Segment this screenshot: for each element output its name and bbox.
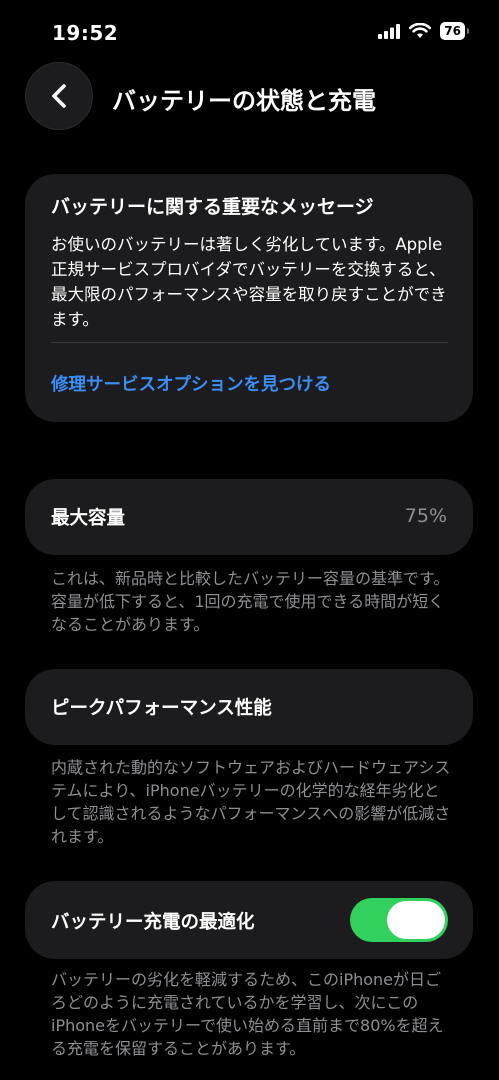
battery-alert-card: バッテリーに関する重要なメッセージ お使いのバッテリーは著しく劣化しています。A… [25, 174, 473, 422]
alert-body: お使いのバッテリーは著しく劣化しています。Apple 正規サービスプロバイダでバ… [51, 235, 447, 329]
repair-options-link[interactable]: 修理サービスオプションを見つける [51, 371, 331, 396]
battery-icon: 76 [440, 22, 469, 40]
optimized-charging-toggle[interactable] [350, 898, 448, 942]
max-capacity-value: 75% [404, 505, 447, 527]
peak-performance-label: ピークパフォーマンス性能 [51, 698, 272, 719]
cellular-signal-icon [378, 23, 401, 39]
peak-performance-row[interactable]: ピークパフォーマンス性能 [25, 669, 473, 745]
max-capacity-row: 最大容量 75% [25, 479, 473, 555]
page-title: バッテリーの状態と充電 [112, 87, 376, 115]
status-icons: 76 [378, 22, 469, 40]
max-capacity-label: 最大容量 [51, 508, 126, 529]
status-time: 19:52 [52, 21, 119, 45]
back-button[interactable] [25, 62, 93, 130]
status-bar: 19:52 76 [0, 0, 499, 60]
header: バッテリーの状態と充電 [0, 62, 499, 130]
optimized-charging-row: バッテリー充電の最適化 [25, 881, 473, 959]
chevron-left-icon [52, 84, 66, 108]
divider [51, 342, 448, 343]
alert-title: バッテリーに関する重要なメッセージ [51, 196, 374, 218]
optimized-charging-footnote: バッテリーの劣化を軽減するため、このiPhoneが日ごろどのように充電されている… [51, 970, 444, 1058]
wifi-icon [409, 23, 432, 38]
optimized-charging-label: バッテリー充電の最適化 [51, 912, 255, 933]
toggle-knob [387, 901, 445, 939]
max-capacity-footnote: これは、新品時と比較したバッテリー容量の基準です。容量が低下すると、1回の充電で… [51, 569, 450, 634]
peak-performance-footnote: 内蔵された動的なソフトウェアおよびハードウェアシステムにより、iPhoneバッテ… [51, 758, 451, 846]
